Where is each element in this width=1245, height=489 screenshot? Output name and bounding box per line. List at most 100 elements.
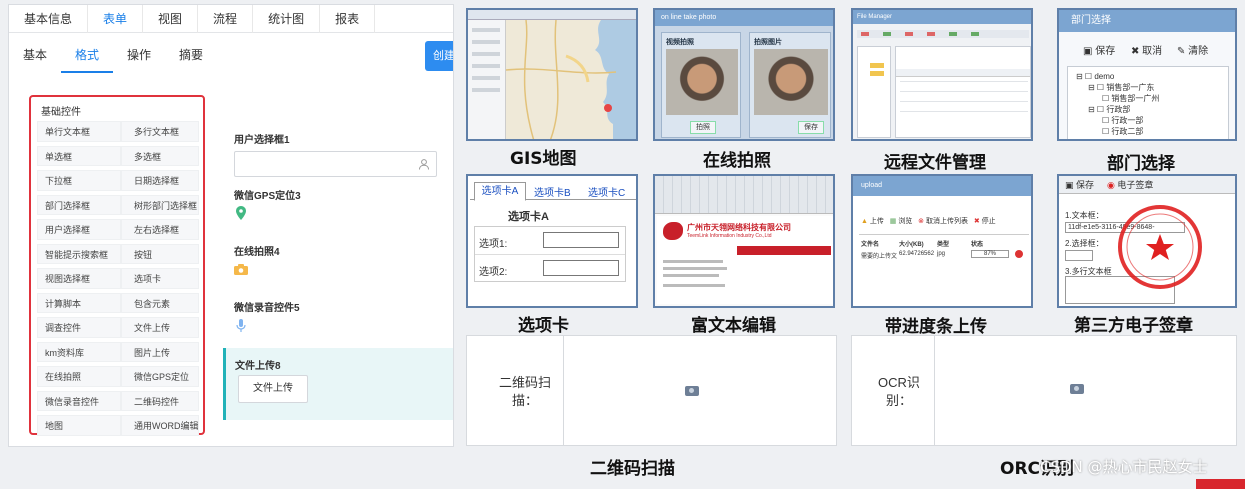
tab-report[interactable]: 报表 <box>320 5 376 33</box>
control-item[interactable]: 多选框 <box>121 145 199 166</box>
subtab-summary[interactable]: 摘要 <box>165 43 217 73</box>
user-select-input[interactable] <box>234 151 437 177</box>
take-photo-button[interactable]: 拍照 <box>690 121 716 134</box>
control-item[interactable]: 计算脚本 <box>37 292 121 313</box>
dept-node[interactable]: ☐ 销售部一广州 <box>1102 93 1159 104</box>
control-item[interactable]: 日期选择框 <box>121 170 199 191</box>
control-item[interactable]: 用户选择框 <box>37 219 121 240</box>
dept-clear-button[interactable]: ✎ 清除 <box>1177 42 1208 57</box>
selected-upload-field[interactable]: 文件上传8 文件上传 <box>223 348 453 420</box>
file-table[interactable] <box>895 46 1031 138</box>
subtab-action[interactable]: 操作 <box>113 43 165 73</box>
dept-tree[interactable]: ⊟ ☐ demo ⊟ ☐ 销售部一广东 ☐ 销售部一广州 ⊟ ☐ 行政部 ☐ 行… <box>1067 66 1229 139</box>
red-seal <box>1118 205 1202 289</box>
dept-save-button[interactable]: ▣ 保存 <box>1083 42 1115 57</box>
col-type: 类型 <box>937 242 950 248</box>
upload-thumb: upload ▲ 上传 ▦ 浏览 ⊗ 取消上传列表 ✖ 停止 文件名 大小(KB… <box>851 174 1033 308</box>
control-item[interactable]: 多行文本框 <box>121 121 199 142</box>
control-item[interactable]: 视图选择框 <box>37 268 121 289</box>
control-item[interactable]: 微信录音控件 <box>37 390 121 411</box>
qr-camera-icon[interactable] <box>685 386 699 396</box>
file-manager-thumb: File Manager <box>851 8 1033 141</box>
file-manager-title: File Manager <box>853 10 1031 24</box>
control-item[interactable]: 包含元素 <box>121 292 199 313</box>
subtab-basic[interactable]: 基本 <box>9 43 61 73</box>
gis-map-thumb <box>466 8 638 141</box>
video-panel: 视频拍照 拍照 <box>661 32 741 138</box>
control-item[interactable]: 选项卡 <box>121 268 199 289</box>
file-manager-caption: 远程文件管理 <box>884 153 986 173</box>
tab-chart[interactable]: 统计图 <box>253 5 321 33</box>
sign-save-button[interactable]: ▣ 保存 <box>1065 176 1094 194</box>
basic-controls-panel: 基础控件 单行文本框 多行文本框 单选框 多选框 下拉框 日期选择框 部门选择框 树形部门选择… <box>29 95 205 436</box>
control-item[interactable]: 智能提示搜索框 <box>37 243 121 264</box>
tab-view[interactable]: 视图 <box>143 5 199 33</box>
sign-stamp-label: 电子签章 <box>1117 180 1154 190</box>
upload-button[interactable]: 文件上传 <box>238 375 308 403</box>
tab-flow[interactable]: 流程 <box>198 5 254 33</box>
control-item[interactable]: 微信GPS定位 <box>121 366 199 387</box>
dept-node[interactable]: ☐ 行政一部 <box>1102 115 1143 126</box>
upload-actions: ▲ 上传 ▦ 浏览 ⊗ 取消上传列表 ✖ 停止 <box>861 218 996 225</box>
tabs-bar: 选项卡A 选项卡B 选项卡C <box>470 180 636 201</box>
dept-node-label: 行政部 <box>1106 105 1131 114</box>
tab-basic-info[interactable]: 基本信息 <box>9 5 89 33</box>
dept-cancel-button[interactable]: ✖ 取消 <box>1131 42 1162 57</box>
upload-table: 文件名 大小(KB) 类型 状态 需要的上传文件.doc 62.94726562… <box>859 234 1029 304</box>
dept-node-root[interactable]: ⊟ ☐ demo <box>1076 71 1114 82</box>
control-item[interactable]: 树形部门选择框 <box>121 194 199 215</box>
control-item[interactable]: 地图 <box>37 415 121 436</box>
tab-c[interactable]: 选项卡C <box>588 184 625 199</box>
option1-input[interactable] <box>543 232 619 248</box>
form-designer: 基本信息 表单 视图 流程 统计图 报表 基本 格式 操作 摘要 创建 基础控件… <box>8 4 454 447</box>
dept-node-label: demo <box>1094 72 1115 81</box>
cancel-list-action[interactable]: 取消上传列表 <box>926 218 968 225</box>
control-item[interactable]: 按钮 <box>121 243 199 264</box>
dept-node-label: 行政二部 <box>1111 127 1144 136</box>
dept-title: 部门选择 <box>1059 10 1235 32</box>
control-item[interactable]: 通用WORD编辑器 <box>121 415 199 436</box>
tabs-caption: 选项卡 <box>518 316 569 336</box>
subtab-format[interactable]: 格式 <box>61 43 114 73</box>
control-item[interactable]: 调查控件 <box>37 317 121 338</box>
stop-action[interactable]: 停止 <box>982 218 996 225</box>
control-item[interactable]: 在线拍照 <box>37 366 121 387</box>
ocr-camera-icon[interactable] <box>1070 384 1084 394</box>
field-upload-label: 文件上传8 <box>235 361 281 372</box>
tab-form[interactable]: 表单 <box>88 5 144 33</box>
create-button[interactable]: 创建 <box>425 41 453 71</box>
browse-action[interactable]: 浏览 <box>898 218 912 225</box>
dept-node[interactable]: ⊟ ☐ 行政部 <box>1088 104 1130 115</box>
tab-b[interactable]: 选项卡B <box>534 184 571 199</box>
video-label: 视频拍照 <box>666 39 694 46</box>
gis-map[interactable] <box>506 20 636 141</box>
tab-a[interactable]: 选项卡A <box>474 182 526 201</box>
dept-node[interactable]: ⊟ ☐ 销售部一广东 <box>1088 82 1154 93</box>
control-item[interactable]: 单行文本框 <box>37 121 121 142</box>
dept-node[interactable]: ☐ 行政二部 <box>1102 126 1143 137</box>
control-item[interactable]: 单选框 <box>37 145 121 166</box>
remove-icon[interactable] <box>1015 250 1023 258</box>
control-item[interactable]: 二维码控件 <box>121 390 199 411</box>
editor-content[interactable]: 广州市天翎网络科技有限公司 TeemLink Information Indus… <box>657 216 833 304</box>
folder-tree[interactable] <box>857 46 891 138</box>
editor-toolbar[interactable] <box>655 176 833 214</box>
qr-label: 二维码扫描： <box>498 375 551 408</box>
user-icon[interactable] <box>418 158 430 170</box>
sign-field2-select[interactable] <box>1065 250 1093 261</box>
control-item[interactable]: 左右选择框 <box>121 219 199 240</box>
upload-caption: 带进度条上传 <box>885 317 987 337</box>
cell-type: jpg <box>937 251 946 257</box>
control-item[interactable]: 下拉框 <box>37 170 121 191</box>
gis-toolbar <box>468 10 636 20</box>
option2-input[interactable] <box>543 260 619 276</box>
sign-stamp-button[interactable]: ◉ 电子签章 <box>1107 176 1153 194</box>
control-item[interactable]: 图片上传 <box>121 341 199 362</box>
save-photo-button[interactable]: 保存 <box>798 121 824 134</box>
camera-icon <box>234 264 248 275</box>
control-item[interactable]: 部门选择框 <box>37 194 121 215</box>
control-item[interactable]: km资料库 <box>37 341 121 362</box>
upload-action[interactable]: 上传 <box>870 218 884 225</box>
control-item[interactable]: 文件上传 <box>121 317 199 338</box>
e-signature-thumb: ▣ 保存 ◉ 电子签章 1.文本框： 11df-e1e5-3116-49e9-8… <box>1057 174 1237 308</box>
